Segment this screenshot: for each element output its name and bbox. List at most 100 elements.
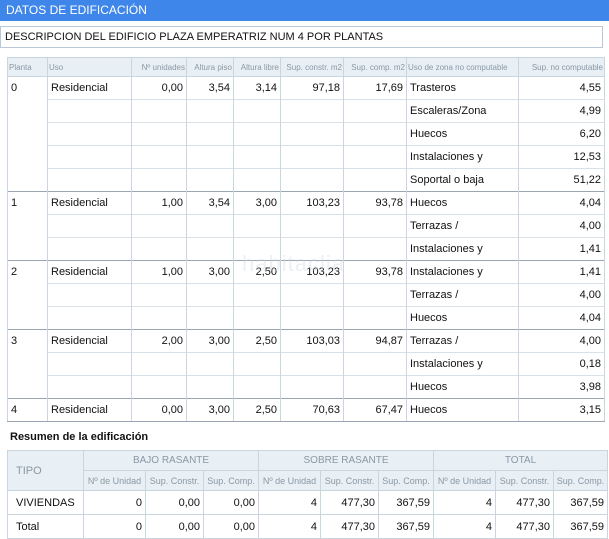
cell-sup-comp: [343, 283, 407, 307]
summary-value-cell: 4: [258, 514, 322, 539]
col-header-sup-constr: Sup. constr. m2: [280, 57, 344, 77]
cell-zona: Escaleras/Zona: [406, 99, 519, 123]
cell-zona: Trasteros: [406, 76, 519, 100]
cell-sup-comp: 93,78: [343, 191, 407, 215]
summary-subheader: Sup. Comp.: [553, 470, 609, 491]
cell-altura-libre: [233, 214, 281, 238]
cell-altura-libre: 3,14: [233, 76, 281, 100]
cell-sup-comp: [343, 145, 407, 169]
cell-altura-piso: [186, 99, 234, 123]
cell-sup-constr: [280, 237, 344, 261]
summary-tipo-cell: VIVIENDAS: [7, 490, 84, 515]
cell-sup-comp: [343, 237, 407, 261]
cell-uso: [47, 375, 132, 399]
cell-zona: Huecos: [406, 375, 519, 399]
summary-subheader: Nº de Unidad: [433, 470, 497, 491]
summary-subheader: Nº de Unidad: [258, 470, 322, 491]
cell-planta: [7, 99, 48, 123]
summary-group-total: TOTAL: [433, 450, 609, 471]
summary-value-cell: 4: [433, 490, 497, 515]
cell-sup-constr: [280, 99, 344, 123]
cell-planta: 2: [7, 260, 48, 284]
cell-altura-piso: [186, 122, 234, 146]
cell-unidades: [131, 99, 187, 123]
cell-altura-libre: 2,50: [233, 329, 281, 353]
cell-sup-comp: 94,87: [343, 329, 407, 353]
cell-zona: Huecos: [406, 122, 519, 146]
cell-planta: [7, 214, 48, 238]
cell-unidades: 1,00: [131, 260, 187, 284]
col-header-unidades: Nº unidades: [131, 57, 187, 77]
cell-uso: [47, 145, 132, 169]
summary-subheader: Sup. Constr.: [320, 470, 380, 491]
cell-sup-no-comp: 4,04: [518, 191, 605, 215]
cell-planta: 3: [7, 329, 48, 353]
cell-sup-comp: [343, 352, 407, 376]
cell-sup-comp: 67,47: [343, 398, 407, 422]
summary-tipo-header: TIPO: [7, 450, 84, 491]
cell-altura-piso: [186, 352, 234, 376]
cell-sup-no-comp: 4,00: [518, 283, 605, 307]
cell-uso: [47, 99, 132, 123]
summary-value-cell: 367,59: [378, 514, 435, 539]
cell-zona: Terrazas /: [406, 329, 519, 353]
summary-value-cell: 477,30: [320, 514, 380, 539]
cell-zona: Huecos: [406, 191, 519, 215]
cell-sup-no-comp: 4,00: [518, 214, 605, 238]
section-header: DATOS DE EDIFICACIÓN: [0, 0, 609, 21]
summary-row: Total 0 0,00 0,00 4 477,30 367,59 4 477,30 367,59: [7, 514, 609, 539]
cell-sup-constr: [280, 375, 344, 399]
cell-unidades: [131, 237, 187, 261]
cell-unidades: [131, 375, 187, 399]
cell-sup-comp: [343, 375, 407, 399]
cell-sup-comp: [343, 99, 407, 123]
summary-tipo-cell: Total: [7, 514, 84, 539]
table-row: Terrazas /4,00: [7, 214, 605, 238]
cell-sup-constr: [280, 145, 344, 169]
table-row: 2 Residencial 1,00 3,00 2,50 103,23 93,78 Insta…: [7, 260, 605, 284]
cell-unidades: [131, 283, 187, 307]
cell-unidades: 0,00: [131, 76, 187, 100]
cell-altura-piso: 3,54: [186, 191, 234, 215]
summary-subheader: Sup. Constr.: [495, 470, 555, 491]
cell-altura-piso: [186, 375, 234, 399]
cell-altura-libre: [233, 99, 281, 123]
summary-value-cell: 477,30: [495, 490, 555, 515]
summary-value-cell: 0,00: [202, 514, 260, 539]
cell-sup-constr: 103,03: [280, 329, 344, 353]
cell-altura-libre: [233, 168, 281, 192]
cell-sup-no-comp: 6,20: [518, 122, 605, 146]
cell-altura-piso: [186, 306, 234, 330]
table-row: 3 Residencial 2,00 3,00 2,50 103,03 94,87 Terra…: [7, 329, 605, 353]
cell-uso: Residencial: [47, 76, 132, 100]
cell-sup-comp: [343, 168, 407, 192]
cell-unidades: 1,00: [131, 191, 187, 215]
cell-sup-constr: 97,18: [280, 76, 344, 100]
cell-sup-comp: [343, 214, 407, 238]
cell-zona: Huecos: [406, 306, 519, 330]
cell-planta: 4: [7, 398, 48, 422]
cell-sup-comp: [343, 306, 407, 330]
cell-sup-no-comp: 3,98: [518, 375, 605, 399]
cell-uso: [47, 283, 132, 307]
summary-subheader: Sup. Comp.: [202, 470, 260, 491]
col-header-uso: Uso: [47, 57, 132, 77]
cell-zona: Terrazas /: [406, 283, 519, 307]
cell-sup-no-comp: 1,41: [518, 237, 605, 261]
cell-uso: [47, 306, 132, 330]
cell-uso: [47, 122, 132, 146]
cell-altura-libre: [233, 352, 281, 376]
summary-value-cell: 367,59: [553, 514, 609, 539]
table-row: 4 Residencial 0,00 3,00 2,50 70,63 67,47 Huecos…: [7, 398, 605, 422]
cell-sup-no-comp: 4,04: [518, 306, 605, 330]
table-row: 1 Residencial 1,00 3,54 3,00 103,23 93,78 Hueco…: [7, 191, 605, 215]
cell-sup-constr: 103,23: [280, 260, 344, 284]
cell-zona: Instalaciones y: [406, 237, 519, 261]
summary-value-cell: 477,30: [495, 514, 555, 539]
summary-group-bajo-rasante: BAJO RASANTE: [82, 450, 260, 471]
summary-value-cell: 0,00: [145, 514, 204, 539]
table-row: 0 Residencial 0,00 3,54 3,14 97,18 17,69 Traste…: [7, 76, 605, 100]
cell-planta: [7, 352, 48, 376]
cell-planta: 0: [7, 76, 48, 100]
cell-zona: Soportal o baja: [406, 168, 519, 192]
